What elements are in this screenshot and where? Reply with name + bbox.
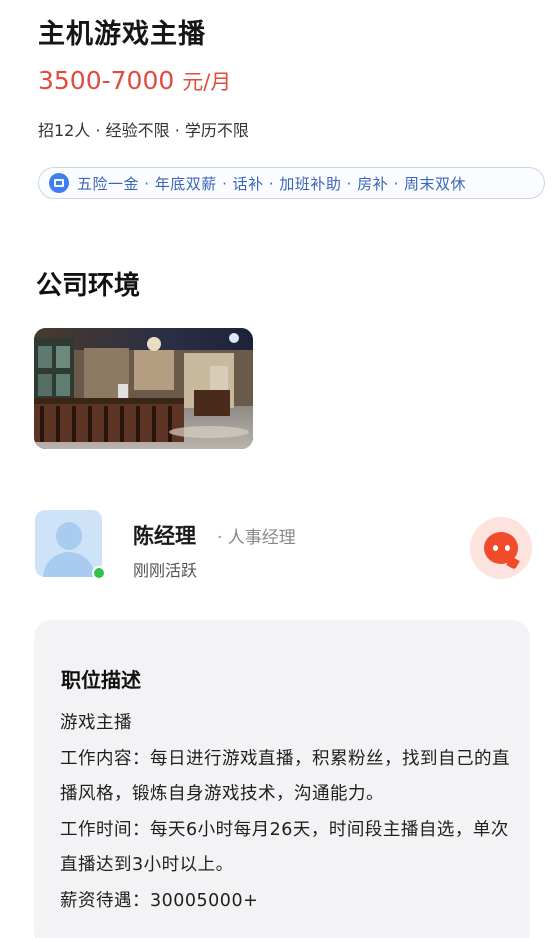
job-requirements: 招12人 · 经验不限 · 学历不限 [38,121,249,140]
chat-bubble-icon [484,532,518,564]
chat-bubble-eye-left [492,545,498,551]
chat-button[interactable] [470,517,532,579]
environment-title: 公司环境 [36,271,141,301]
salary-range: 3500-7000 [38,66,175,95]
recruiter-avatar[interactable] [35,510,102,577]
recruiter-role: · 人事经理 [217,528,296,548]
description-line: 工作时间：每天6小时每月26天，时间段主播自选，单次直播达到3小时以上。 [60,819,509,876]
benefits-text: 五险一金 · 年底双薪 · 话补 · 加班补助 · 房补 · 周末双休 [77,174,467,193]
company-environment-photo[interactable] [34,328,253,449]
salary-unit: 元/月 [182,70,232,94]
recruiter-active-status: 刚刚活跃 [133,561,198,580]
avatar-head-shape [56,522,82,550]
office-photo-image [34,328,253,449]
avatar-body-shape [43,552,95,577]
description-line: 游戏主播 [60,713,132,733]
job-title: 主机游戏主播 [38,19,206,50]
description-line: 薪资待遇：30005000+ [60,890,259,911]
benefits-tag-bar[interactable]: 五险一金 · 年底双薪 · 话补 · 加班补助 · 房补 · 周末双休 [38,167,545,199]
salary: 3500-7000 元/月 [38,66,231,96]
online-status-icon [92,566,106,580]
description-line: 工作内容：每日进行游戏直播，积累粉丝，找到自己的直播风格，锻炼自身游戏技术，沟通… [60,748,510,805]
chat-bubble-eye-right [504,545,510,551]
description-title: 职位描述 [61,668,141,692]
job-description-card: 职位描述 游戏主播 工作内容：每日进行游戏直播，积累粉丝，找到自己的直播风格，锻… [34,620,530,938]
recruiter-name: 陈经理 [133,524,196,548]
job-detail-page: 主机游戏主播 3500-7000 元/月 招12人 · 经验不限 · 学历不限 … [0,0,558,938]
description-body: 游戏主播 工作内容：每日进行游戏直播，积累粉丝，找到自己的直播风格，锻炼自身游戏… [60,706,512,919]
gift-icon [49,173,69,193]
